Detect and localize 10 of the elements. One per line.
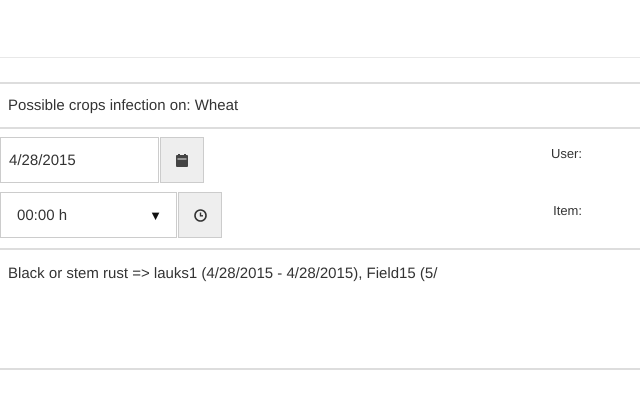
panel-title: Possible crops infection on: Wheat <box>8 97 238 114</box>
field-label: User: <box>550 145 582 163</box>
calendar-icon <box>176 154 188 166</box>
date-field[interactable]: 4/28/2015 <box>0 137 159 183</box>
time-select[interactable]: 00:00 h ▼ <box>0 192 177 238</box>
calendar-button[interactable] <box>160 137 204 183</box>
clock-icon <box>194 208 206 222</box>
message-text: Black or stem rust => lauks1 (4/28/2015 - 4/28/2015), Field15 (5/ <box>8 265 438 282</box>
clock-button[interactable] <box>178 192 222 238</box>
field-label: Item: <box>553 202 582 220</box>
